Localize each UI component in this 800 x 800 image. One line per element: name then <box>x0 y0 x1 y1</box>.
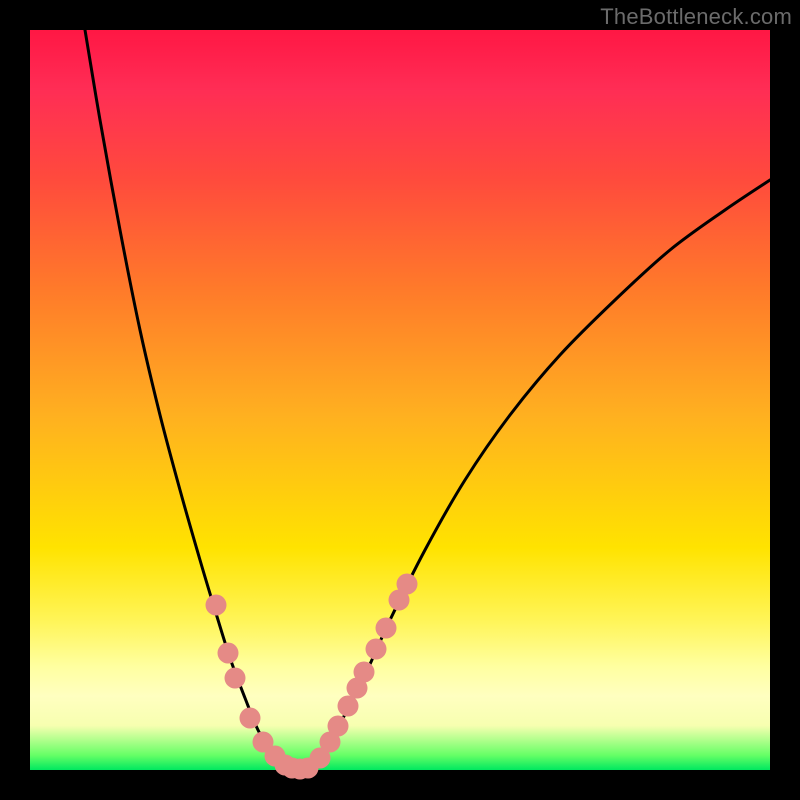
data-marker <box>366 639 387 660</box>
data-marker <box>354 662 375 683</box>
data-marker <box>328 716 349 737</box>
watermark-text: TheBottleneck.com <box>600 4 792 30</box>
data-marker <box>376 618 397 639</box>
curve-svg <box>30 30 770 770</box>
bottleneck-curve <box>85 30 770 770</box>
chart-frame: TheBottleneck.com <box>0 0 800 800</box>
data-marker <box>206 595 227 616</box>
data-marker <box>338 696 359 717</box>
plot-area <box>30 30 770 770</box>
curve-group <box>85 30 770 770</box>
marker-group <box>206 574 418 780</box>
data-marker <box>225 668 246 689</box>
data-marker <box>397 574 418 595</box>
data-marker <box>218 643 239 664</box>
data-marker <box>240 708 261 729</box>
